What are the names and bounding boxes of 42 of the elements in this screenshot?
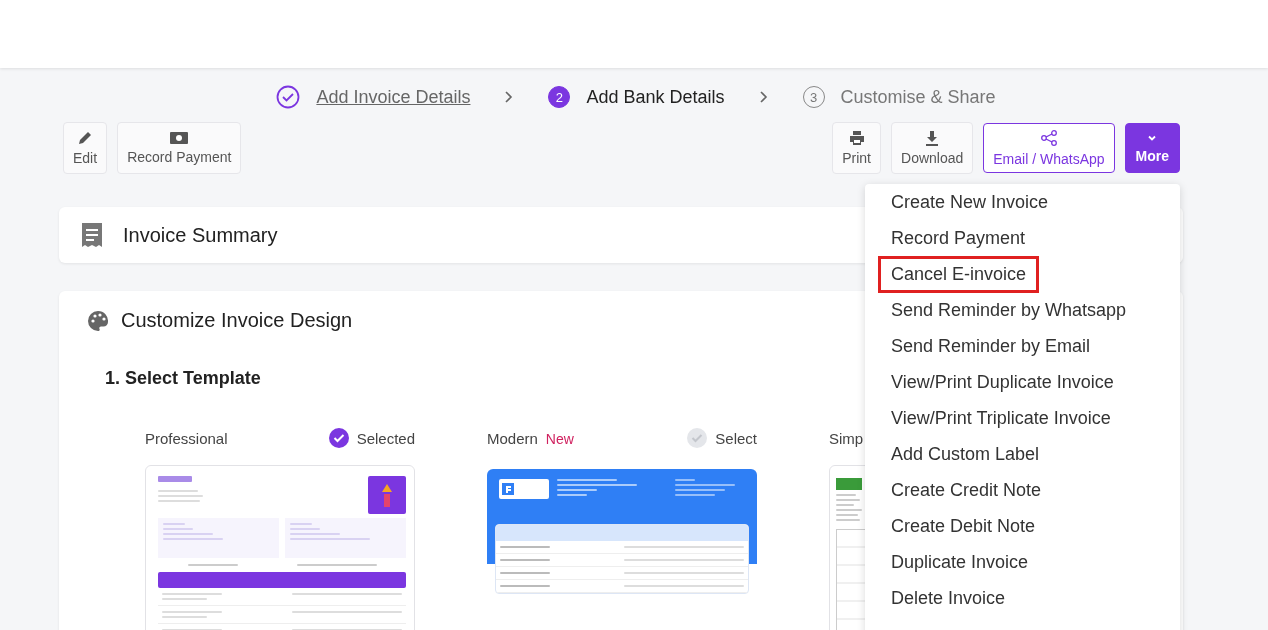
more-button[interactable]: More xyxy=(1124,123,1180,173)
toolbar-button[interactable]: Edit xyxy=(63,122,108,174)
menu-item[interactable]: Cancel E-invoice xyxy=(878,255,1040,293)
step-number: 2 xyxy=(548,86,571,108)
pencil-icon xyxy=(77,130,94,146)
menu-item[interactable]: Create Debit Note xyxy=(878,507,1049,545)
banknote-icon xyxy=(169,131,190,145)
menu-item[interactable]: Record Payment xyxy=(878,219,1039,257)
section-subtitle: 1. Select Template xyxy=(105,368,261,389)
step-label[interactable]: Add Bank Details xyxy=(586,86,725,108)
printer-icon xyxy=(848,130,865,146)
menu-item[interactable]: Duplicate Invoice xyxy=(878,543,1042,581)
toolbar-button[interactable]: Print xyxy=(832,122,881,174)
download-icon xyxy=(924,130,941,146)
share-icon xyxy=(1039,129,1058,147)
template-name: Modern xyxy=(487,429,538,447)
chevron-right-icon xyxy=(504,90,515,104)
select-label[interactable]: Select xyxy=(715,429,757,447)
template-name: Simp xyxy=(829,429,864,447)
section-title: Invoice Summary xyxy=(123,223,278,247)
receipt-icon xyxy=(81,222,103,248)
menu-item[interactable]: Create Credit Note xyxy=(878,471,1055,509)
template-name: Professional xyxy=(145,429,228,447)
chevron-right-icon xyxy=(758,90,769,104)
menu-item[interactable]: View/Print Triplicate Invoice xyxy=(878,399,1124,437)
menu-item[interactable]: Delete Invoice xyxy=(878,579,1019,617)
menu-item[interactable]: Send Reminder by Email xyxy=(878,327,1104,365)
check-circle-icon[interactable] xyxy=(687,428,708,448)
template-preview-drawing[interactable] xyxy=(145,465,415,630)
section-title: Customize Invoice Design xyxy=(121,309,353,332)
step-label[interactable]: Add Invoice Details xyxy=(316,86,471,108)
toolbar-button[interactable]: Email / WhatsApp xyxy=(983,123,1115,173)
toolbar-button[interactable]: Record Payment xyxy=(117,122,242,174)
palette-icon xyxy=(87,309,109,332)
menu-item[interactable]: Send Reminder by Whatsapp xyxy=(878,291,1140,329)
step-label[interactable]: Customise & Share xyxy=(840,86,996,108)
menu-item[interactable]: Add Custom Label xyxy=(878,435,1053,473)
check-circle-icon[interactable] xyxy=(328,428,349,448)
toolbar-button[interactable]: Download xyxy=(891,122,974,174)
new-label: New xyxy=(545,430,574,447)
menu-item[interactable]: View/Print Duplicate Invoice xyxy=(878,363,1127,401)
select-label[interactable]: Selected xyxy=(356,429,415,447)
